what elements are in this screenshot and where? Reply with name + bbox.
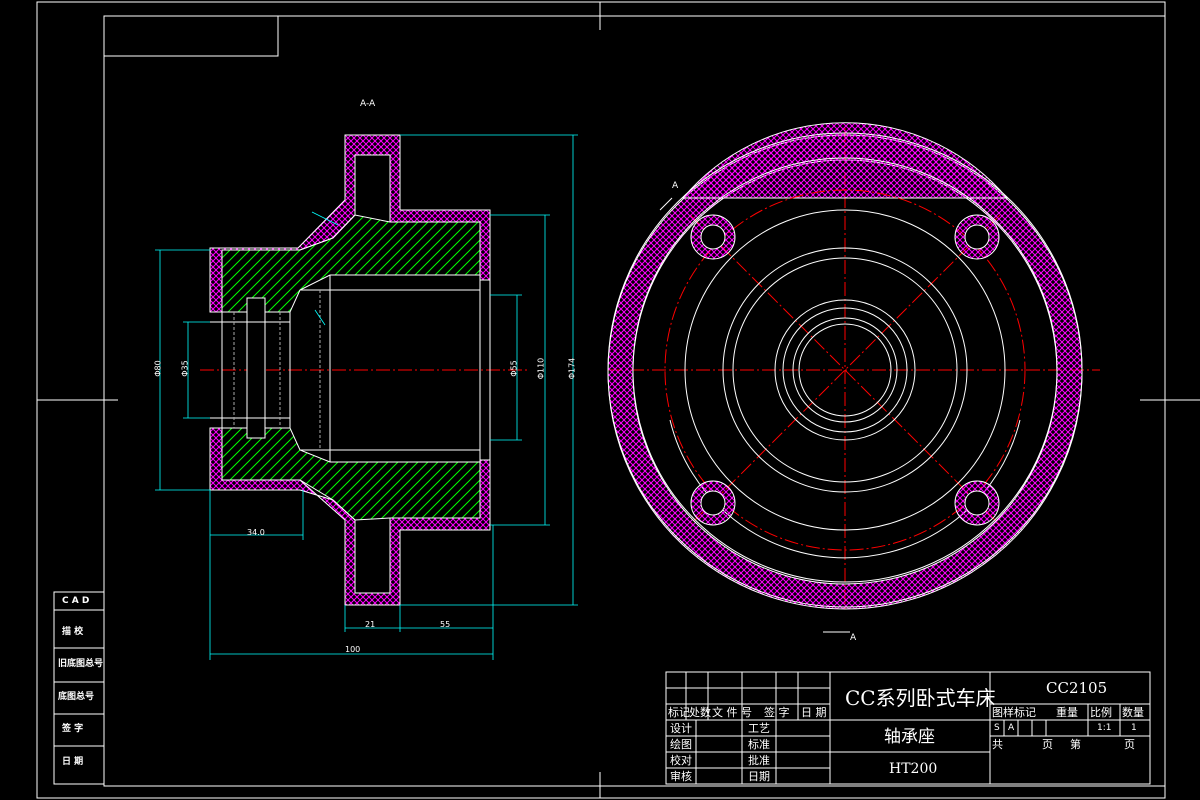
dim-dia-step: Φ110 (536, 357, 546, 380)
dim-dia-left-inner: Φ35 (180, 360, 190, 377)
rh-mark: 图样标记 (992, 706, 1036, 719)
view-label-top: A (672, 181, 679, 191)
hdr-date: 日 期 (801, 706, 827, 719)
front-view (607, 122, 1100, 633)
part-name: 轴承座 (884, 727, 935, 747)
rh-qty: 数量 (1122, 706, 1144, 719)
hdr-count: 处数 (689, 706, 711, 719)
bolt-hole-tl (690, 214, 736, 260)
dim-34: 34.0 (247, 528, 265, 537)
rv-qty: 1 (1131, 723, 1137, 733)
row-review: 审核 (670, 770, 692, 783)
side-cad: C A D (62, 596, 90, 606)
dim-21: 21 (365, 620, 376, 629)
bolt-hole-br (954, 480, 1000, 526)
section-label: A-A (360, 99, 376, 109)
bolt-hole-bl (690, 480, 736, 526)
drawing-canvas (36, 1, 1200, 799)
dim-dia-flange: Φ174 (567, 357, 577, 380)
rh-scale: 比例 (1090, 706, 1112, 719)
hatch-green-lower (221, 427, 481, 521)
side-trace: 描 校 (62, 627, 84, 637)
sheet-page1: 页 (1042, 738, 1053, 751)
rv-scale: 1:1 (1097, 723, 1112, 733)
side-old-no: 旧底图总号 (58, 659, 104, 669)
dim-dia-left-outer: Φ80 (153, 360, 163, 377)
side-table (53, 591, 105, 785)
rv-mark1: S (994, 723, 1000, 733)
hdr-mark: 标记 (668, 706, 690, 719)
side-sign: 签 字 (62, 724, 84, 734)
series-title: CC系列卧式车床 (845, 686, 996, 710)
dim-dia-bore: Φ55 (509, 360, 519, 377)
rh-weight: 重量 (1056, 706, 1078, 719)
material: HT200 (889, 761, 938, 777)
row-standard: 标准 (748, 738, 770, 751)
row-process: 工艺 (748, 722, 770, 735)
row-check: 校对 (670, 754, 692, 767)
drawing-code: CC2105 (1046, 679, 1108, 697)
sheet-total: 共 (992, 738, 1003, 751)
row-approve: 批准 (748, 754, 770, 767)
side-date: 日 期 (62, 757, 84, 767)
hatch-green-upper (221, 214, 481, 313)
hdr-sign: 签 字 (764, 706, 790, 719)
hatch-top-crescent (681, 122, 1009, 199)
side-base-no: 底图总号 (58, 692, 95, 702)
row-draw: 绘图 (670, 738, 692, 751)
section-view (155, 134, 578, 660)
bolt-hole-tr (954, 214, 1000, 260)
dim-55: 55 (440, 620, 451, 629)
hdr-doc: 文 件 号 (712, 706, 752, 719)
sheet-no: 第 (1070, 738, 1081, 751)
dim-100: 100 (345, 645, 361, 654)
rv-mark2: A (1008, 723, 1015, 733)
row-design: 设计 (670, 722, 692, 735)
sheet-page2: 页 (1124, 738, 1135, 751)
view-label-bottom: A (850, 633, 857, 643)
row-date: 日期 (748, 770, 770, 783)
